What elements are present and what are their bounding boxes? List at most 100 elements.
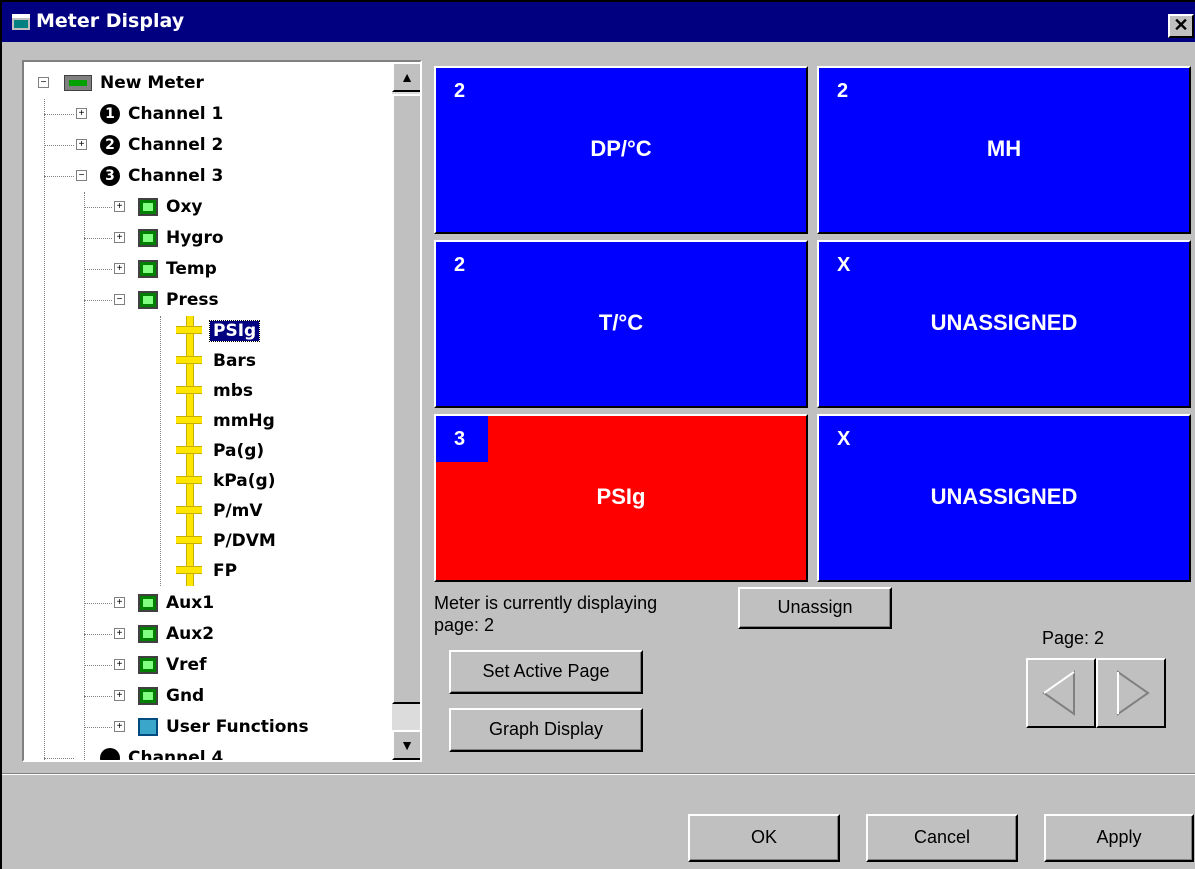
tree-item-user-functions-toggle[interactable]: + bbox=[114, 721, 125, 732]
graph-display-label: Graph Display bbox=[488, 719, 604, 739]
tile-channel-number: X bbox=[837, 428, 851, 450]
scroll-down-button[interactable]: ▼ bbox=[392, 730, 420, 760]
channel-tree[interactable]: − New Meter +1 Channel 1 +2 Channel 2 − 3 Channe… bbox=[22, 60, 422, 762]
dialog-separator bbox=[2, 773, 1195, 775]
tree-item-press-toggle[interactable]: − bbox=[114, 294, 125, 305]
tile-measurement-label: UNASSIGNED bbox=[930, 310, 1078, 335]
unit-label: Pa(g) bbox=[213, 441, 265, 461]
window-title: Meter Display bbox=[36, 10, 185, 32]
unit-icon bbox=[176, 376, 202, 406]
tree-item-aux1-toggle[interactable]: + bbox=[114, 597, 125, 608]
unit-icon bbox=[176, 496, 202, 526]
tree-item-aux2[interactable]: Aux2 bbox=[138, 619, 214, 649]
previous-page-button[interactable] bbox=[1026, 658, 1096, 728]
tree-item-gnd[interactable]: Gnd bbox=[138, 681, 204, 711]
meter-tile[interactable]: 2 T/°C bbox=[434, 240, 808, 408]
tree-item-gnd-label: Gnd bbox=[166, 686, 205, 706]
tree-item-user-functions[interactable]: User Functions bbox=[138, 712, 309, 742]
meter-icon bbox=[64, 75, 92, 91]
channel-3-toggle[interactable]: − bbox=[76, 170, 87, 181]
tile-measurement-label: DP/°C bbox=[590, 136, 652, 161]
tile-measurement-label: UNASSIGNED bbox=[930, 484, 1078, 509]
tile-measurement-label: T/°C bbox=[598, 310, 644, 335]
tree-connector bbox=[84, 269, 112, 270]
meter-tile[interactable]: 3 PSIg bbox=[434, 414, 808, 582]
tree-item-oxy[interactable]: Oxy bbox=[138, 192, 203, 222]
tree-item-channel-4[interactable]: Channel 4 bbox=[100, 743, 224, 762]
apply-button[interactable]: Apply bbox=[1044, 814, 1194, 862]
set-active-page-button[interactable]: Set Active Page bbox=[449, 650, 643, 694]
tree-item-vref-toggle[interactable]: + bbox=[114, 659, 125, 670]
tree-item-temp-label: Temp bbox=[166, 259, 217, 279]
meter-display-dialog: Meter Display ✕ − New Meter +1 Channel 1 +2 C… bbox=[0, 0, 1195, 869]
tree-item-oxy-toggle[interactable]: + bbox=[114, 201, 125, 212]
tree-item-oxy-label: Oxy bbox=[166, 197, 203, 217]
unit-icon bbox=[176, 526, 202, 556]
sensor-icon bbox=[138, 198, 158, 216]
unit-icon bbox=[176, 436, 202, 466]
tile-measurement-label: PSIg bbox=[596, 484, 646, 509]
tree-connector bbox=[84, 207, 112, 208]
close-button[interactable]: ✕ bbox=[1168, 14, 1194, 38]
scroll-thumb[interactable] bbox=[392, 94, 420, 704]
tile-channel-number: 2 bbox=[837, 80, 849, 102]
channel-number: 2 bbox=[105, 137, 115, 153]
channel-1-icon: 1 bbox=[100, 104, 120, 124]
tile-channel-number: 2 bbox=[454, 254, 466, 276]
ok-button[interactable]: OK bbox=[688, 814, 840, 862]
tree-item-temp-toggle[interactable]: + bbox=[114, 263, 125, 274]
tree-item-hygro-label: Hygro bbox=[166, 228, 224, 248]
tree-connector bbox=[44, 99, 45, 760]
collapse-root-toggle[interactable]: − bbox=[38, 77, 49, 88]
unit-label: mmHg bbox=[213, 411, 275, 431]
scroll-up-button[interactable]: ▲ bbox=[392, 62, 420, 92]
tree-item-channel-1[interactable]: 1 Channel 1 bbox=[100, 99, 223, 129]
apply-label: Apply bbox=[1096, 827, 1142, 847]
sensor-icon bbox=[138, 260, 158, 278]
meter-tile[interactable]: X UNASSIGNED bbox=[817, 240, 1191, 408]
tree-connector bbox=[84, 634, 112, 635]
meter-tile[interactable]: X UNASSIGNED bbox=[817, 414, 1191, 582]
sensor-icon bbox=[138, 625, 158, 643]
tree-item-press[interactable]: Press bbox=[138, 285, 219, 315]
triangle-up-icon: ▲ bbox=[400, 69, 414, 85]
tree-connector bbox=[84, 696, 112, 697]
tree-connector bbox=[44, 114, 74, 115]
tree-item-vref[interactable]: Vref bbox=[138, 650, 206, 680]
tree-connector bbox=[44, 145, 74, 146]
channel-number: 3 bbox=[105, 168, 115, 184]
tile-channel-number: 2 bbox=[454, 80, 466, 102]
tree-item-user-functions-label: User Functions bbox=[166, 717, 309, 737]
tree-scrollbar[interactable]: ▲ ▼ bbox=[392, 62, 420, 760]
unit-icon bbox=[176, 346, 202, 376]
tree-item-channel-3[interactable]: 3 Channel 3 bbox=[100, 161, 223, 191]
tree-connector bbox=[84, 603, 112, 604]
cancel-button[interactable]: Cancel bbox=[866, 814, 1018, 862]
unassign-button[interactable]: Unassign bbox=[738, 587, 892, 629]
unit-label: kPa(g) bbox=[213, 471, 276, 491]
tree-item-gnd-toggle[interactable]: + bbox=[114, 690, 125, 701]
graph-display-button[interactable]: Graph Display bbox=[449, 708, 643, 752]
tree-item-channel-4-label: Channel 4 bbox=[128, 748, 224, 762]
tree-item-hygro-toggle[interactable]: + bbox=[114, 232, 125, 243]
tree-connector bbox=[84, 727, 112, 728]
unit-icon bbox=[176, 316, 202, 346]
meter-tile[interactable]: 2 MH bbox=[817, 66, 1191, 234]
sensor-icon bbox=[138, 594, 158, 612]
tree-item-aux1[interactable]: Aux1 bbox=[138, 588, 214, 618]
calculator-icon bbox=[138, 718, 158, 736]
triangle-down-icon: ▼ bbox=[400, 737, 414, 753]
cancel-label: Cancel bbox=[913, 827, 971, 847]
meter-tile[interactable]: 2 DP/°C bbox=[434, 66, 808, 234]
tree-item-aux2-toggle[interactable]: + bbox=[114, 628, 125, 639]
tree-item-temp[interactable]: Temp bbox=[138, 254, 217, 284]
channel-1-toggle[interactable]: + bbox=[76, 108, 87, 119]
sensor-icon bbox=[138, 291, 158, 309]
tree-item-hygro[interactable]: Hygro bbox=[138, 223, 224, 253]
unit-label: P/mV bbox=[213, 501, 263, 521]
channel-2-toggle[interactable]: + bbox=[76, 139, 87, 150]
tree-item-new-meter[interactable]: New Meter bbox=[64, 68, 204, 98]
next-page-button[interactable] bbox=[1096, 658, 1166, 728]
tree-item-channel-2[interactable]: 2 Channel 2 bbox=[100, 130, 223, 160]
tree-connector bbox=[160, 316, 161, 586]
